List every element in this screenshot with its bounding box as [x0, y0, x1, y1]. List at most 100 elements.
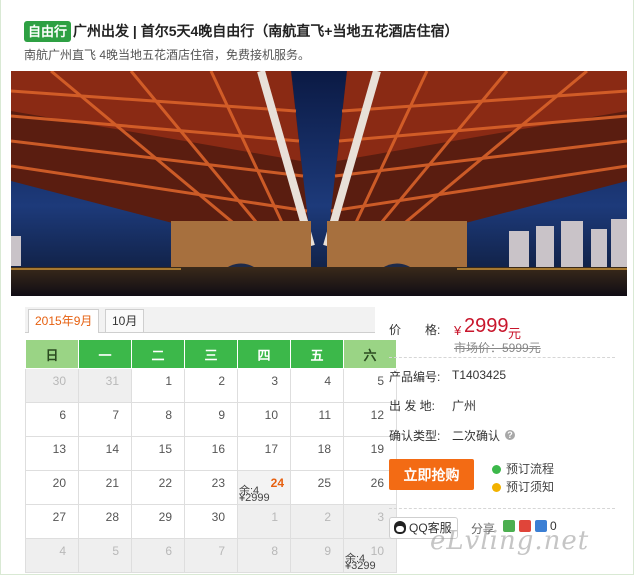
calendar-day: 5 [78, 538, 132, 573]
day-number: 30 [52, 374, 66, 388]
calendar-day-available[interactable]: 10 余:4 ¥3299 [343, 538, 397, 573]
product-code-label: 产品编号: [389, 370, 441, 384]
booking-flow-link[interactable]: 预订流程 [492, 460, 554, 477]
day-number: 9 [324, 544, 331, 558]
day-number: 1 [271, 510, 278, 524]
departure-calendar: 日 一 二 三 四 五 六 30 31 1 2 3 4 5 6 7 8 9 10 11 12 13 14 15 1… [25, 339, 397, 573]
divider [389, 357, 615, 358]
market-price: 市场价：5999元 [454, 341, 541, 355]
day-number: 6 [165, 544, 172, 558]
day-number: 1 [165, 374, 172, 388]
day-number: 28 [105, 510, 119, 524]
calendar-day: 20 [25, 470, 79, 505]
weekday-header: 三 [184, 339, 238, 369]
calendar-day: 2 [290, 504, 344, 539]
day-number: 20 [52, 476, 66, 490]
calendar-day: 17 [237, 436, 291, 471]
day-number: 2 [218, 374, 225, 388]
calendar-day: 15 [131, 436, 185, 471]
calendar-week-row: 30 31 1 2 3 4 5 [25, 368, 397, 403]
weekday-header: 四 [237, 339, 291, 369]
departure-label: 出 发 地: [389, 399, 436, 413]
help-icon[interactable]: ? [505, 430, 515, 440]
site-watermark: eLvling.net [430, 526, 590, 556]
calendar-day: 8 [131, 402, 185, 437]
calendar-week-row: 13 14 15 16 17 18 19 [25, 436, 397, 471]
calendar-day: 1 [131, 368, 185, 403]
calendar-week-row: 4 5 6 7 8 9 10 余:4 ¥3299 [25, 538, 397, 573]
weekday-header: 一 [78, 339, 132, 369]
confirm-type-label: 确认类型: [389, 429, 441, 443]
calendar-day: 31 [78, 368, 132, 403]
calendar-day: 13 [25, 436, 79, 471]
booking-notice-link[interactable]: 预订须知 [492, 478, 554, 495]
calendar-day: 9 [184, 402, 238, 437]
calendar-day: 7 [78, 402, 132, 437]
sale-price: 2999 [464, 315, 509, 337]
calendar-day: 2 [184, 368, 238, 403]
product-title[interactable]: 广州出发 | 首尔5天4晚自由行（南航直飞+当地五花酒店住宿） [73, 21, 458, 42]
calendar-day: 14 [78, 436, 132, 471]
calendar-day: 6 [131, 538, 185, 573]
calendar-day: 10 [237, 402, 291, 437]
calendar-day: 27 [25, 504, 79, 539]
day-number: 4 [59, 544, 66, 558]
day-number: 7 [112, 408, 119, 422]
product-code-value: T1403425 [452, 368, 507, 382]
day-number: 5 [112, 544, 119, 558]
day-number: 12 [370, 408, 384, 422]
day-number: 27 [52, 510, 66, 524]
price-symbol: ¥ [454, 323, 462, 338]
calendar-month-tabs: 2015年9月 10月 [25, 307, 375, 333]
day-number: 31 [105, 374, 119, 388]
calendar-week-row: 27 28 29 30 1 2 3 [25, 504, 397, 539]
day-number: 19 [370, 442, 384, 456]
bridge-night-photo [11, 71, 627, 296]
day-number: 4 [324, 374, 331, 388]
day-number: 17 [264, 442, 278, 456]
day-number: 26 [370, 476, 384, 490]
day-number: 22 [158, 476, 172, 490]
day-number: 21 [105, 476, 119, 490]
weekday-header: 日 [25, 339, 79, 369]
day-number: 16 [211, 442, 225, 456]
day-number: 30 [211, 510, 225, 524]
weekday-header: 六 [343, 339, 397, 369]
departure-value: 广州 [452, 399, 477, 413]
day-number: 3 [377, 510, 384, 524]
day-price: ¥2999 [239, 492, 270, 504]
buy-now-button[interactable]: 立即抢购 [389, 459, 474, 490]
day-number: 10 [264, 408, 278, 422]
day-number: 10 [370, 544, 384, 558]
price-label: 价 格: [389, 323, 441, 337]
product-banner-image[interactable] [11, 71, 627, 296]
day-number: 25 [317, 476, 331, 490]
calendar-day: 30 [25, 368, 79, 403]
day-number: 11 [318, 408, 331, 422]
calendar-day: 9 [290, 538, 344, 573]
day-number: 2 [324, 510, 331, 524]
day-number: 15 [158, 442, 172, 456]
product-subtitle: 南航广州直飞 4晚当地五花酒店住宿，免费接机服务。 [24, 48, 311, 62]
day-number: 18 [317, 442, 331, 456]
confirm-type-value: 二次确认 [452, 429, 501, 443]
calendar-day: 11 [290, 402, 344, 437]
calendar-day-available[interactable]: 24 余:4 ¥2999 [237, 470, 291, 505]
day-number: 7 [218, 544, 225, 558]
qq-penguin-icon [394, 521, 406, 534]
weekday-header: 二 [131, 339, 185, 369]
divider [389, 508, 615, 509]
info-dot-icon [492, 465, 501, 474]
calendar-day: 16 [184, 436, 238, 471]
calendar-day: 21 [78, 470, 132, 505]
calendar-day: 1 [237, 504, 291, 539]
day-number: 14 [105, 442, 119, 456]
calendar-week-row: 6 7 8 9 10 11 12 [25, 402, 397, 437]
calendar-day: 22 [131, 470, 185, 505]
tab-month-october[interactable]: 10月 [105, 309, 145, 332]
tab-month-september[interactable]: 2015年9月 [28, 309, 100, 333]
calendar-day: 4 [25, 538, 79, 573]
calendar-week-row: 20 21 22 23 24 余:4 ¥2999 25 26 [25, 470, 397, 505]
calendar-day: 6 [25, 402, 79, 437]
day-number: 6 [59, 408, 66, 422]
